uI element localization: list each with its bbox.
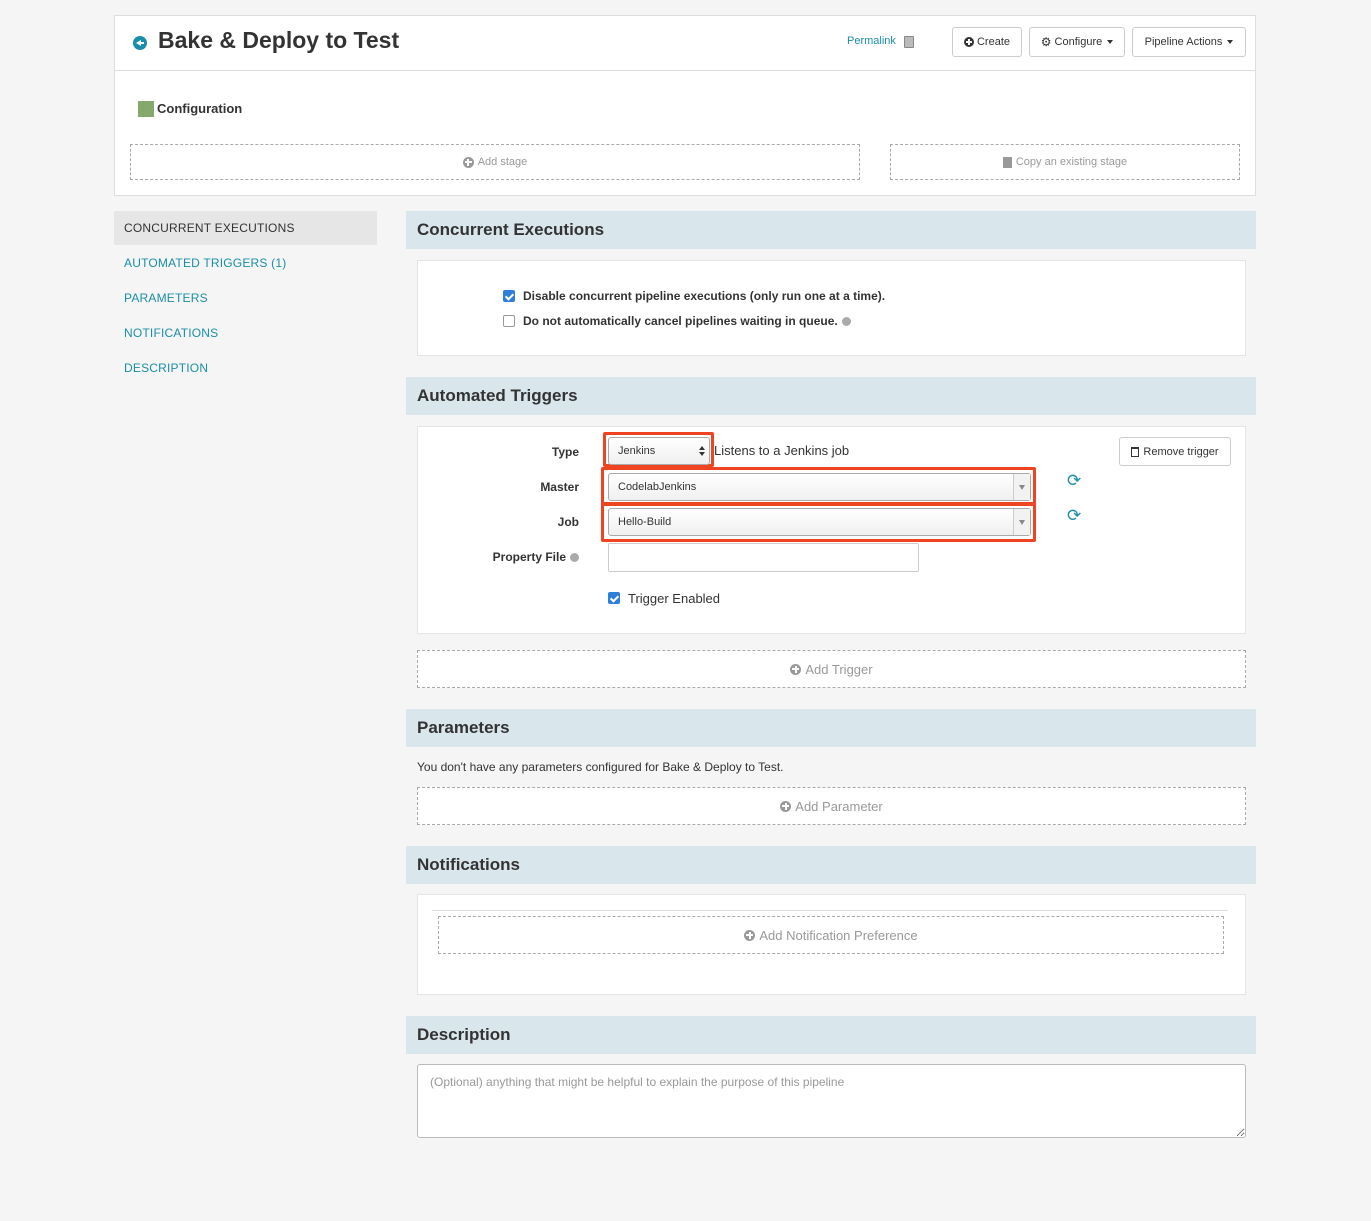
nav-item-concurrent-executions[interactable]: CONCURRENT EXECUTIONS: [114, 211, 377, 245]
pipeline-actions-button[interactable]: Pipeline Actions: [1132, 27, 1246, 57]
section-header-description: Description: [406, 1016, 1256, 1054]
refresh-jobs-icon[interactable]: ⟳: [1067, 507, 1081, 524]
section-header-concurrent-executions: Concurrent Executions: [406, 211, 1256, 249]
caret-down-icon: [1227, 40, 1234, 44]
property-file-label: Property File: [492, 550, 566, 564]
nav-item-parameters[interactable]: PARAMETERS: [114, 281, 377, 315]
add-notification-label: Add Notification Preference: [759, 927, 918, 943]
clipboard-icon[interactable]: [904, 36, 914, 48]
nav-item-notifications[interactable]: NOTIFICATIONS: [114, 316, 377, 350]
plus-circle-icon: [462, 156, 474, 168]
concurrent-executions-panel: Disable concurrent pipeline executions (…: [417, 260, 1246, 356]
no-cancel-checkbox[interactable]: [503, 315, 515, 327]
master-value: CodelabJenkins: [618, 481, 697, 493]
plus-circle-icon: [790, 663, 802, 675]
chevron-down-icon: [1013, 474, 1030, 500]
add-trigger-label: Add Trigger: [805, 661, 873, 677]
section-header-automated-triggers: Automated Triggers: [406, 377, 1256, 415]
configure-button[interactable]: ⚙ Configure: [1029, 27, 1125, 57]
description-textarea[interactable]: [417, 1064, 1246, 1138]
property-file-input[interactable]: [608, 543, 919, 572]
trigger-enabled-checkbox[interactable]: [608, 592, 620, 604]
remove-trigger-button[interactable]: Remove trigger: [1119, 437, 1231, 466]
add-notification-button[interactable]: Add Notification Preference: [438, 916, 1224, 954]
section-header-parameters: Parameters: [406, 709, 1256, 747]
plus-circle-icon: [780, 800, 792, 812]
nav-item-description[interactable]: DESCRIPTION: [114, 351, 377, 385]
type-label: Type: [551, 445, 579, 459]
page-title: Bake & Deploy to Test: [158, 27, 400, 53]
master-select[interactable]: CodelabJenkins: [608, 473, 1031, 501]
plus-circle-icon: [744, 929, 756, 941]
add-stage-button[interactable]: Add stage: [130, 144, 860, 180]
trigger-type-value: Jenkins: [618, 445, 656, 457]
job-value: Hello-Build: [618, 516, 672, 528]
master-label: Master: [540, 480, 579, 494]
add-parameter-button[interactable]: Add Parameter: [417, 787, 1246, 825]
no-cancel-label: Do not automatically cancel pipelines wa…: [523, 314, 838, 328]
create-button[interactable]: Create: [952, 27, 1022, 57]
job-select[interactable]: Hello-Build: [608, 508, 1031, 536]
configuration-stage-swatch[interactable]: [138, 101, 154, 117]
nav-item-automated-triggers[interactable]: AUTOMATED TRIGGERS (1): [114, 246, 377, 280]
copy-stage-button[interactable]: Copy an existing stage: [890, 144, 1240, 180]
add-trigger-button[interactable]: Add Trigger: [417, 650, 1246, 688]
help-icon[interactable]: [570, 553, 579, 563]
trigger-type-select[interactable]: Jenkins: [608, 437, 710, 465]
configure-button-label: Configure: [1054, 36, 1103, 48]
disable-concurrent-label: Disable concurrent pipeline executions (…: [523, 289, 886, 303]
trash-icon: [1131, 446, 1140, 457]
create-button-label: Create: [976, 36, 1011, 48]
gear-icon: ⚙: [1040, 35, 1052, 49]
help-icon[interactable]: [841, 317, 851, 327]
remove-trigger-label: Remove trigger: [1143, 445, 1219, 458]
add-parameter-label: Add Parameter: [795, 798, 883, 814]
select-arrows-icon: [699, 446, 705, 457]
chevron-down-icon: [1013, 509, 1030, 535]
copy-icon: [1002, 156, 1012, 168]
trigger-enabled-label: Trigger Enabled: [628, 591, 721, 606]
property-file-row: Property File: [409, 550, 579, 564]
pipeline-actions-label: Pipeline Actions: [1144, 36, 1223, 48]
no-parameters-message: You don't have any parameters configured…: [417, 760, 784, 774]
job-label: Job: [557, 515, 579, 529]
caret-down-icon: [1107, 40, 1114, 44]
back-arrow-icon[interactable]: [133, 36, 147, 50]
configuration-stage-label[interactable]: Configuration: [157, 101, 242, 116]
pipeline-header-card: Bake & Deploy to Test Permalink Create ⚙…: [114, 15, 1256, 196]
refresh-masters-icon[interactable]: ⟳: [1067, 472, 1081, 489]
add-stage-label: Add stage: [477, 156, 528, 168]
permalink-link[interactable]: Permalink: [847, 35, 896, 47]
no-cancel-row: Do not automatically cancel pipelines wa…: [523, 314, 851, 328]
pipeline-header-bar: Bake & Deploy to Test Permalink Create ⚙…: [115, 16, 1255, 71]
section-header-notifications: Notifications: [406, 846, 1256, 884]
copy-stage-label: Copy an existing stage: [1015, 156, 1128, 168]
plus-circle-icon: [963, 37, 974, 47]
disable-concurrent-checkbox[interactable]: [503, 290, 515, 302]
trigger-type-description: Listens to a Jenkins job: [714, 443, 850, 458]
divider: [432, 910, 1228, 911]
